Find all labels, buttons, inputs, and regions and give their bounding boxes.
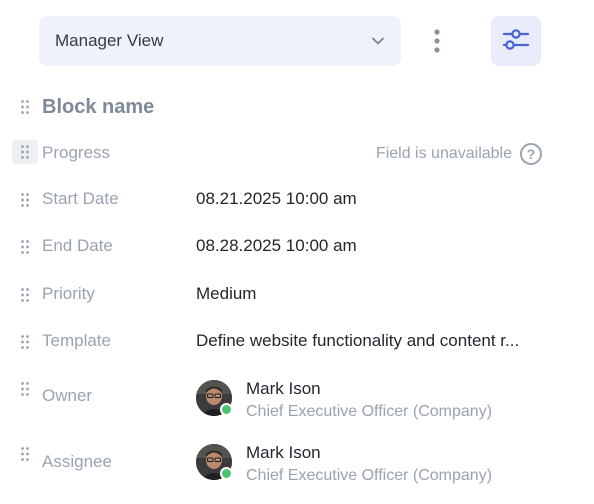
field-label-priority: Priority	[42, 284, 95, 303]
owner-user[interactable]: Mark Ison Chief Executive Officer (Compa…	[196, 378, 492, 423]
view-select-value: Manager View	[55, 31, 164, 50]
drag-handle-icon[interactable]	[19, 381, 31, 397]
drag-handle-icon[interactable]	[19, 239, 31, 255]
block-title: Block name	[42, 96, 155, 118]
filter-settings-button[interactable]	[491, 16, 541, 66]
drag-handle-icon[interactable]	[19, 287, 31, 303]
field-label-assignee: Assignee	[42, 452, 112, 471]
drag-handle-icon[interactable]	[19, 99, 31, 115]
field-value-start-date[interactable]: 08.21.2025 10:00 am	[196, 189, 357, 209]
online-status-icon	[220, 467, 233, 480]
field-label-owner: Owner	[42, 386, 93, 405]
more-vertical-icon[interactable]	[427, 26, 447, 56]
field-label-progress: Progress	[42, 143, 111, 162]
owner-role: Chief Executive Officer (Company)	[246, 403, 493, 420]
assignee-name: Mark Ison	[246, 443, 321, 462]
chevron-down-icon	[371, 34, 385, 48]
avatar	[196, 380, 233, 416]
avatar	[196, 444, 233, 480]
field-label-template: Template	[42, 331, 111, 350]
field-value-end-date[interactable]: 08.28.2025 10:00 am	[196, 236, 357, 256]
field-value-priority[interactable]: Medium	[196, 284, 256, 304]
field-value-template[interactable]: Define website functionality and content…	[196, 331, 519, 351]
sliders-icon	[502, 26, 530, 57]
field-unavailable-notice: Field is unavailable ?	[376, 143, 542, 165]
assignee-role: Chief Executive Officer (Company)	[246, 467, 493, 484]
owner-name: Mark Ison	[246, 379, 321, 398]
drag-handle-icon[interactable]	[19, 334, 31, 350]
field-label-end-date: End Date	[42, 236, 113, 255]
view-select[interactable]: Manager View	[39, 16, 401, 66]
online-status-icon	[220, 403, 233, 416]
drag-handle-icon[interactable]	[19, 446, 31, 462]
assignee-user[interactable]: Mark Ison Chief Executive Officer (Compa…	[196, 442, 492, 487]
drag-handle-icon[interactable]	[12, 140, 38, 164]
help-icon[interactable]: ?	[520, 143, 542, 165]
field-unavailable-text: Field is unavailable	[375, 145, 512, 162]
drag-handle-icon[interactable]	[19, 192, 31, 208]
field-label-start-date: Start Date	[42, 189, 119, 208]
